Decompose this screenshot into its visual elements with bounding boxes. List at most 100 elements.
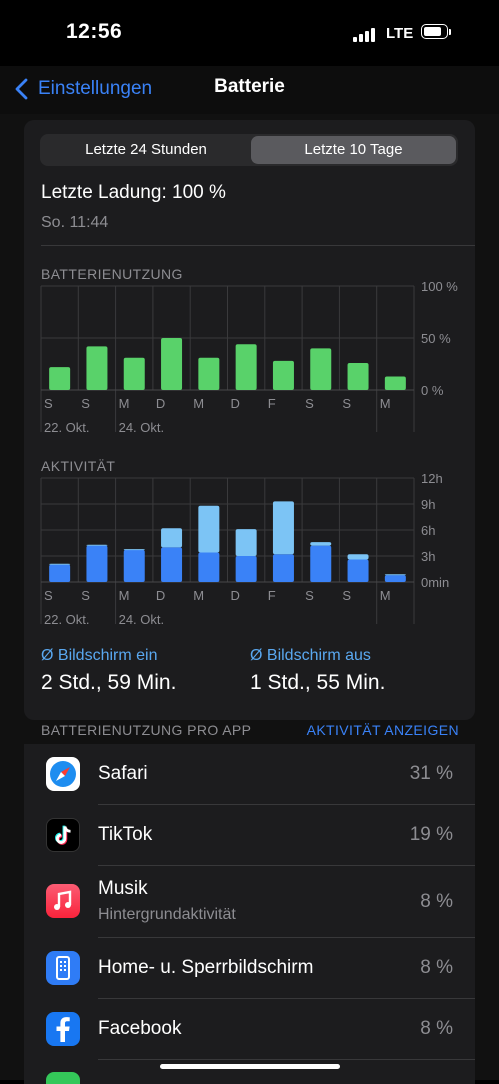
bar [49, 564, 71, 582]
segment-last-24-hours[interactable]: Letzte 24 Stunden [42, 136, 250, 164]
tiktok-icon [46, 818, 80, 852]
date-label: 22. Okt. [44, 420, 90, 435]
y-tick-label: 100 % [421, 282, 458, 294]
app-row-musik[interactable]: Musik Hintergrundaktivität 8 % [24, 866, 475, 938]
bar [123, 549, 145, 582]
bar [86, 544, 108, 546]
bar [161, 547, 183, 582]
y-tick-label: 0min [421, 575, 449, 590]
facebook-icon [46, 1012, 80, 1046]
safari-icon [46, 757, 80, 791]
navigation-bar: Einstellungen Batterie [0, 66, 499, 114]
app-usage-list: Safari 31 % TikTok 19 % Musik Hintergrun… [24, 744, 475, 1084]
show-activity-button[interactable]: AKTIVITÄT ANZEIGEN [307, 722, 459, 738]
battery-usage-chart-title: BATTERIENUTZUNG [41, 266, 183, 282]
bar [272, 501, 294, 555]
date-label: 24. Okt. [119, 612, 165, 627]
app-percentage: 8 % [420, 891, 453, 912]
bar [235, 344, 257, 390]
app-row-home-lock-screen[interactable]: Home- u. Sperrbildschirm 8 % [24, 938, 475, 999]
x-tick-label: S [342, 588, 351, 603]
bar [235, 529, 257, 556]
y-tick-label: 0 % [421, 383, 444, 398]
y-tick-label: 3h [421, 549, 435, 564]
bar [86, 346, 108, 390]
bar [347, 559, 369, 582]
app-name: Musik [98, 878, 148, 899]
activity-chart[interactable]: 12h 9h 6h 3h 0min S S M D M D F S S M 22. Okt. 24. Okt. [24, 474, 475, 634]
bar [235, 556, 257, 582]
home-screen-icon [46, 951, 80, 985]
app-name: Safari [98, 763, 148, 784]
x-tick-label: M [193, 396, 204, 411]
screen-off-value: 1 Std., 55 Min. [250, 671, 386, 694]
x-tick-label: F [268, 588, 276, 603]
page-title: Batterie [214, 76, 285, 97]
app-percentage: 31 % [409, 763, 453, 784]
y-tick-label: 9h [421, 497, 435, 512]
y-tick-label: 50 % [421, 331, 451, 346]
bar [384, 574, 406, 576]
app-row-facebook[interactable]: Facebook 8 % [24, 999, 475, 1060]
screen-off-label: Ø Bildschirm aus [250, 647, 371, 664]
y-tick-label: 6h [421, 523, 435, 538]
app-name: Home- u. Sperrbildschirm [98, 957, 314, 978]
date-label: 24. Okt. [119, 420, 165, 435]
bar [123, 549, 145, 551]
battery-usage-chart[interactable]: 100 % 50 % 0 % S S M D M D F S S M 22. Okt. 24. Okt. [24, 282, 475, 442]
battery-page: Letzte 24 Stunden Letzte 10 Tage Letzte … [0, 114, 499, 1084]
app-row-safari[interactable]: Safari 31 % [24, 744, 475, 805]
last-charge-time: So. 11:44 [41, 214, 109, 231]
bar [123, 357, 145, 390]
x-tick-label: S [44, 588, 53, 603]
bar [384, 575, 406, 582]
x-tick-label: M [193, 588, 204, 603]
x-tick-label: S [81, 588, 90, 603]
network-type: LTE [386, 25, 414, 42]
app-name: TikTok [98, 824, 153, 845]
divider [41, 245, 475, 246]
bar [49, 563, 71, 565]
home-indicator[interactable] [160, 1064, 340, 1069]
bar [310, 542, 332, 546]
bar [272, 554, 294, 582]
app-name: Facebook [98, 1018, 182, 1039]
app-percentage: 19 % [409, 824, 453, 845]
x-tick-label: M [119, 396, 130, 411]
y-tick-label: 12h [421, 474, 443, 486]
bar [198, 552, 220, 582]
bar [272, 360, 294, 390]
bar [310, 348, 332, 390]
bar [310, 545, 332, 582]
x-tick-label: S [305, 396, 314, 411]
screen-on-label: Ø Bildschirm ein [41, 647, 158, 664]
bar [161, 338, 183, 390]
time-range-segmented-control: Letzte 24 Stunden Letzte 10 Tage [40, 134, 458, 166]
segment-last-10-days[interactable]: Letzte 10 Tage [251, 136, 456, 164]
app-row-tiktok[interactable]: TikTok 19 % [24, 805, 475, 866]
x-tick-label: S [342, 396, 351, 411]
x-tick-label: F [268, 396, 276, 411]
app-usage-header: BATTERIENUTZUNG PRO APP [41, 722, 252, 738]
bar [347, 362, 369, 390]
screen-on-value: 2 Std., 59 Min. [41, 671, 177, 694]
cellular-signal-icon [353, 26, 379, 42]
x-tick-label: S [305, 588, 314, 603]
x-tick-label: D [156, 396, 165, 411]
messages-icon [46, 1072, 80, 1084]
x-tick-label: D [231, 396, 240, 411]
status-time: 12:56 [66, 20, 123, 43]
battery-summary-card: Letzte 24 Stunden Letzte 10 Tage Letzte … [24, 120, 475, 720]
app-percentage: 8 % [420, 1018, 453, 1039]
x-tick-label: M [380, 396, 391, 411]
bar [86, 545, 108, 582]
bar [198, 505, 220, 553]
bar [198, 357, 220, 390]
battery-status-icon [421, 24, 451, 41]
date-label: 22. Okt. [44, 612, 90, 627]
app-percentage: 8 % [420, 957, 453, 978]
bar [347, 554, 369, 560]
x-tick-label: M [119, 588, 130, 603]
x-tick-label: D [231, 588, 240, 603]
last-charge-label: Letzte Ladung: 100 % [41, 182, 226, 203]
